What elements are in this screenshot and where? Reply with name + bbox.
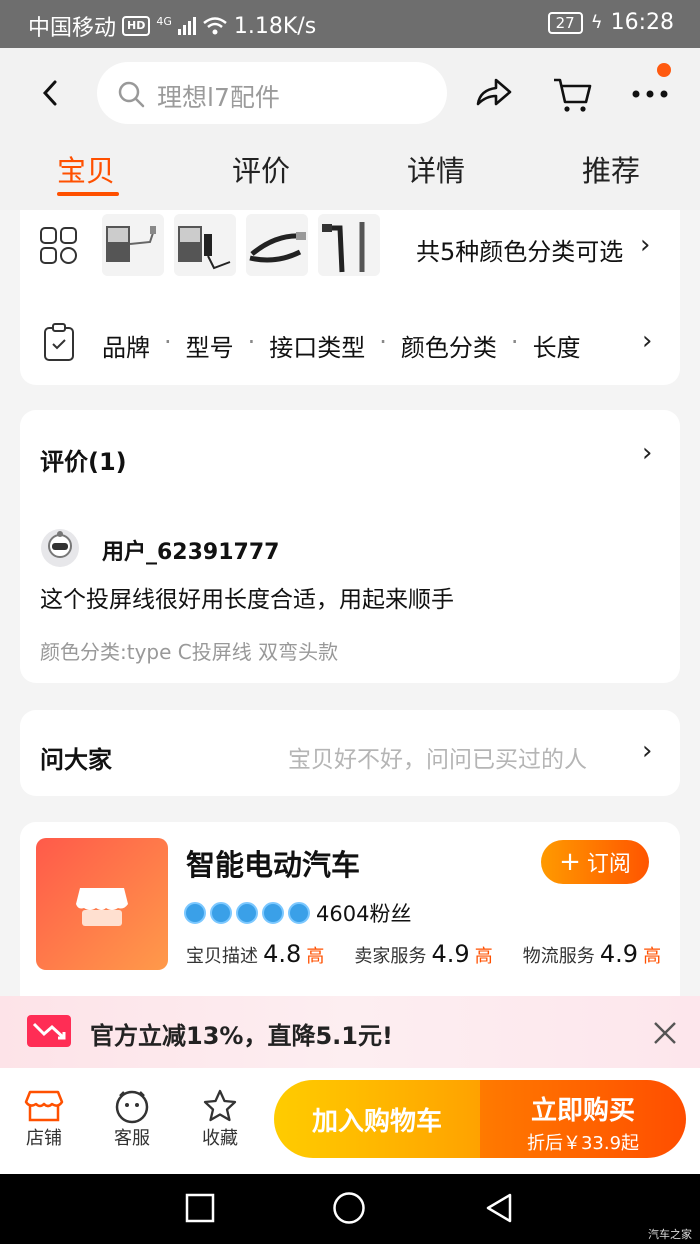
search-placeholder: 理想l7配件 [157, 83, 280, 112]
score-service: 卖家服务 4.9 高 [354, 940, 493, 968]
service-label: 客服 [114, 1128, 150, 1149]
search-input[interactable]: 理想l7配件 [97, 62, 447, 124]
review-content[interactable]: 这个投屏线很好用长度合适，用起来顺手 [40, 580, 454, 614]
add-to-cart-button[interactable]: 加入购物车 [274, 1080, 480, 1158]
recent-apps-icon[interactable] [185, 1193, 215, 1223]
score-logistics: 物流服务 4.9 高 [522, 940, 662, 968]
grid-icon [40, 227, 77, 264]
buy-now-button[interactable]: 立即购买 折后￥33.9起 [480, 1080, 686, 1158]
reviews-title[interactable]: 评价(1) [40, 442, 127, 477]
battery-icon: 27 [547, 11, 583, 34]
param-separator: · [510, 328, 519, 356]
charging-icon: ϟ [590, 12, 603, 33]
clock: 16:28 [610, 10, 674, 35]
tab-recommend[interactable]: 推荐 [582, 148, 640, 190]
notification-dot [657, 63, 671, 77]
back-triangle-icon[interactable] [484, 1192, 514, 1224]
chevron-right-icon[interactable]: › [642, 326, 652, 356]
favorite-button[interactable]: 收藏 [180, 1088, 260, 1150]
chevron-right-icon[interactable]: › [642, 736, 652, 766]
tab-details[interactable]: 详情 [407, 148, 465, 190]
store-logo[interactable] [36, 838, 168, 970]
status-bar: 中国移动 HD 4G 1.18K/s 27 ϟ 16:28 [0, 0, 700, 48]
param-interface: 接口类型 [269, 334, 366, 362]
chat-face-icon [115, 1090, 149, 1124]
active-tab-indicator [57, 192, 119, 196]
signal-icon [177, 17, 196, 35]
subscribe-button[interactable]: + 订阅 [541, 840, 649, 884]
add-to-cart-label: 加入购物车 [311, 1106, 442, 1137]
store-fans: 4604粉丝 [316, 902, 412, 926]
back-arrow-icon[interactable] [36, 78, 66, 108]
chevron-right-icon[interactable]: › [640, 230, 650, 260]
search-icon [118, 81, 145, 108]
star-icon [203, 1089, 237, 1122]
carrier-label: 中国移动 [28, 16, 117, 41]
crown-icon [236, 902, 258, 924]
variant-thumbnail[interactable] [246, 214, 308, 276]
params-row[interactable]: 品牌 · 型号 · 接口类型 · 颜色分类 · 长度 [102, 328, 581, 363]
price-drop-icon [27, 1015, 71, 1047]
battery-level: 27 [555, 13, 575, 32]
param-brand: 品牌 [102, 334, 150, 362]
avatar[interactable] [40, 528, 80, 568]
param-length: 长度 [532, 334, 581, 362]
crown-icon [262, 902, 284, 924]
buy-now-label: 立即购买 [530, 1096, 635, 1126]
network-speed: 1.18K/s [233, 13, 317, 39]
shop-label: 店铺 [26, 1128, 62, 1149]
hd-badge: HD [122, 16, 151, 36]
buy-now-price: 折后￥33.9起 [526, 1133, 640, 1154]
clipboard-icon [44, 323, 74, 361]
close-icon[interactable] [652, 1020, 678, 1046]
store-name[interactable]: 智能电动汽车 [186, 842, 360, 884]
qa-hint: 宝贝好不好，问问已买过的人 [288, 747, 587, 773]
network-type: 4G [156, 14, 172, 28]
param-model: 型号 [185, 334, 234, 362]
shop-icon [76, 888, 128, 926]
subscribe-label: 订阅 [586, 852, 631, 877]
favorite-label: 收藏 [202, 1128, 238, 1149]
review-username: 用户_62391777 [102, 540, 280, 565]
review-variant: 颜色分类:type C投屏线 双弯头款 [40, 640, 339, 664]
param-color: 颜色分类 [400, 334, 497, 362]
plus-icon: + [559, 847, 581, 877]
promo-text: 官方立减13%，直降5.1元! [90, 1022, 393, 1050]
watermark: 汽车之家 [648, 1228, 692, 1241]
score-description: 宝贝描述 4.8 高 [186, 940, 325, 968]
customer-service-button[interactable]: 客服 [92, 1088, 172, 1150]
variant-thumbnail[interactable] [174, 214, 236, 276]
home-icon[interactable] [332, 1191, 366, 1225]
param-separator: · [164, 328, 172, 356]
chevron-right-icon[interactable]: › [642, 438, 652, 468]
wifi-icon [203, 17, 227, 35]
crown-icon [288, 902, 310, 924]
store-scores: 宝贝描述 4.8 高 卖家服务 4.9 高 物流服务 4.9 高 [186, 940, 661, 968]
tab-baobei[interactable]: 宝贝 [57, 148, 115, 190]
share-icon[interactable] [472, 72, 516, 116]
tab-bar: 宝贝 评价 详情 推荐 [0, 148, 700, 208]
shop-button[interactable]: 店铺 [4, 1088, 84, 1150]
crown-icon [184, 902, 206, 924]
crown-icon [210, 902, 232, 924]
cart-icon[interactable] [550, 72, 594, 116]
shop-icon [24, 1090, 64, 1122]
qa-title: 问大家 [40, 746, 112, 774]
variant-thumbnail[interactable] [102, 214, 164, 276]
variant-thumbnail[interactable] [318, 214, 380, 276]
param-separator: · [247, 328, 256, 356]
more-icon[interactable] [628, 72, 672, 116]
param-separator: · [379, 328, 387, 356]
variants-summary[interactable]: 共5种颜色分类可选 [416, 232, 623, 267]
tab-reviews[interactable]: 评价 [232, 148, 290, 190]
store-rating-crowns: 4604粉丝 [184, 898, 411, 928]
